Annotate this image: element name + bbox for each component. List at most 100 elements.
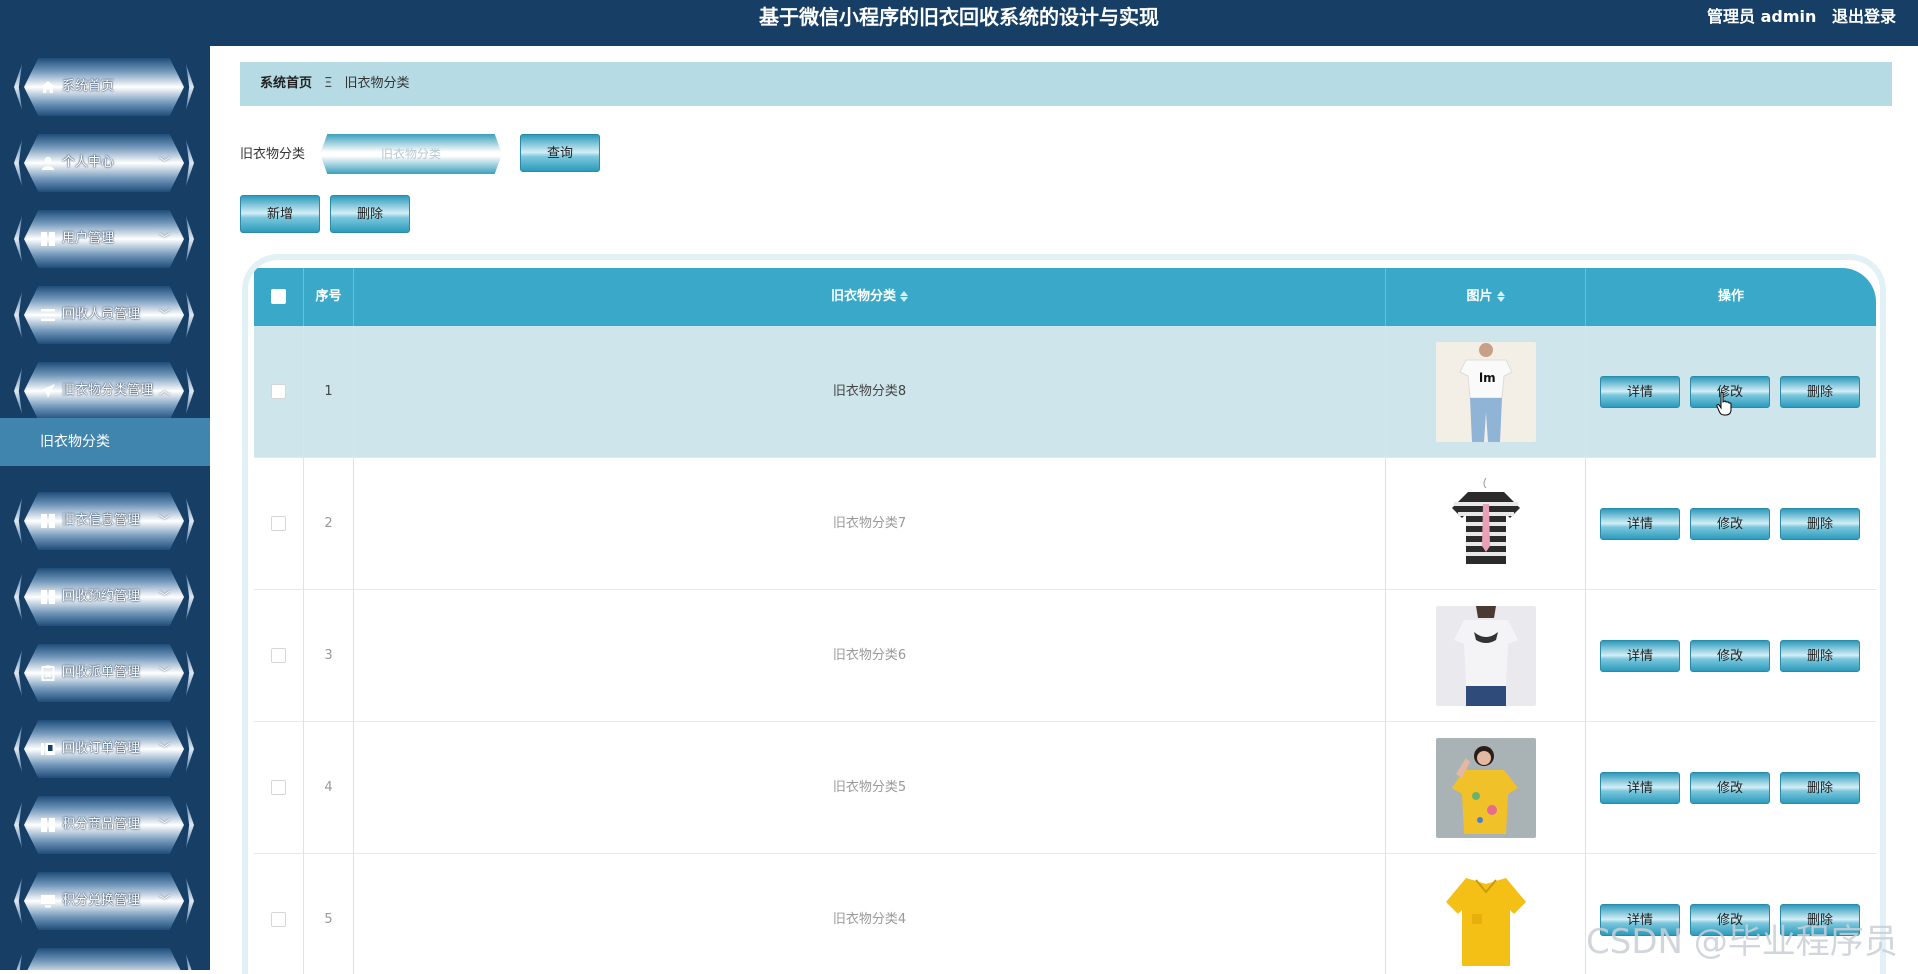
clothing-thumbnail-yellow-shirt (1436, 870, 1536, 970)
nav-edge-right (186, 954, 194, 970)
top-right-area: 管理员 admin 退出登录 (1697, 0, 1896, 34)
table-row[interactable]: 4 旧衣物分类5 详情 修改 删除 (254, 722, 1876, 854)
table-row[interactable]: 3 旧衣物分类6 详情 修改 删除 (254, 590, 1876, 722)
row-image-cell (1386, 722, 1586, 854)
sidebar-item-personal-center[interactable]: 个人中心 ﹀ (14, 134, 194, 192)
sidebar-item-points-exchange-management[interactable]: 积分兑换管理 ﹀ (14, 872, 194, 930)
search-label: 旧衣物分类 (240, 147, 306, 162)
chevron-up-icon: ︿ (159, 384, 170, 397)
clothing-thumbnail-gray-tee (1436, 606, 1536, 706)
header-category[interactable]: 旧衣物分类 (354, 268, 1386, 326)
grid-icon (41, 590, 55, 604)
delete-button[interactable]: 删除 (1780, 376, 1860, 408)
logout-link[interactable]: 退出登录 (1832, 7, 1896, 26)
sidebar-item-label: 积分兑换管理 (62, 893, 141, 908)
sidebar: 系统首页 个人中心 ﹀ 用户管理 ﹀ 回收人员管理 ﹀ 旧衣物分类管理 ︿ 旧衣… (0, 46, 210, 970)
sidebar-item-order-management[interactable]: 回收订单管理 ﹀ (14, 720, 194, 778)
row-image-cell (1386, 854, 1586, 974)
delete-button[interactable]: 删除 (1780, 772, 1860, 804)
row-checkbox[interactable] (271, 384, 286, 399)
query-button[interactable]: 查询 (520, 134, 600, 172)
grid-icon (41, 232, 55, 246)
sidebar-item-partial[interactable] (14, 948, 194, 970)
breadcrumb-home[interactable]: 系统首页 (260, 76, 312, 91)
nav-edge-left (14, 878, 22, 924)
nav-content: 积分商品管理 (40, 796, 140, 854)
detail-button[interactable]: 详情 (1600, 376, 1680, 408)
table-row[interactable]: 1 旧衣物分类8 lm 详情 修改 删除 (254, 326, 1876, 458)
row-index: 1 (304, 326, 354, 458)
row-checkbox[interactable] (271, 780, 286, 795)
sidebar-item-recycler-management[interactable]: 回收人员管理 ﹀ (14, 286, 194, 344)
sidebar-item-label: 旧衣信息管理 (62, 513, 141, 528)
nav-edge-left (14, 650, 22, 696)
sidebar-item-reservation-management[interactable]: 回收预约管理 ﹀ (14, 568, 194, 626)
nav-edge-left (14, 498, 22, 544)
search-input[interactable] (320, 134, 502, 174)
sidebar-item-dispatch-management[interactable]: 回收派单管理 ﹀ (14, 644, 194, 702)
chevron-down-icon: ﹀ (159, 156, 170, 169)
nav-content: 个人中心 (40, 134, 114, 192)
edit-button[interactable]: 修改 (1690, 508, 1770, 540)
batch-delete-button[interactable]: 删除 (330, 195, 410, 233)
header-actions: 操作 (1717, 289, 1744, 304)
sort-icon[interactable] (900, 291, 908, 302)
delete-button[interactable]: 删除 (1780, 640, 1860, 672)
delete-button[interactable]: 删除 (1780, 508, 1860, 540)
sidebar-subitem-clothing-category[interactable]: 旧衣物分类 (0, 418, 210, 466)
row-category: 旧衣物分类8 (354, 326, 1386, 458)
nav-edge-right (186, 574, 194, 620)
nav-edge-left (14, 368, 22, 414)
row-index: 3 (304, 590, 354, 722)
clothing-thumbnail-white-tee: lm (1436, 342, 1536, 442)
row-image-cell (1386, 458, 1586, 590)
detail-button[interactable]: 详情 (1600, 508, 1680, 540)
sidebar-item-clothing-info-management[interactable]: 旧衣信息管理 ﹀ (14, 492, 194, 550)
nav-edge-left (14, 726, 22, 772)
row-index: 5 (304, 854, 354, 974)
select-all-checkbox[interactable] (271, 289, 286, 304)
pointer-cursor-icon (1716, 392, 1732, 416)
row-checkbox[interactable] (271, 648, 286, 663)
header-category-label: 旧衣物分类 (830, 289, 896, 304)
monitor-icon (41, 895, 55, 908)
row-checkbox-cell (254, 458, 304, 590)
nav-content: 回收预约管理 (40, 568, 140, 626)
add-button[interactable]: 新增 (240, 195, 320, 233)
table-row[interactable]: 2 旧衣物分类7 详情 修改 删除 (254, 458, 1876, 590)
table-header: 序号 旧衣物分类 图片 操作 (254, 268, 1876, 326)
sidebar-item-clothing-category-management[interactable]: 旧衣物分类管理 ︿ (14, 362, 194, 420)
nav-edge-left (14, 954, 22, 970)
sidebar-item-label: 旧衣物分类管理 (62, 383, 154, 398)
nav-content: 系统首页 (40, 58, 114, 116)
chevron-down-icon: ﹀ (159, 894, 170, 907)
row-index: 2 (304, 458, 354, 590)
detail-button[interactable]: 详情 (1600, 772, 1680, 804)
sort-icon[interactable] (1496, 291, 1505, 302)
row-image-cell (1386, 590, 1586, 722)
sidebar-item-user-management[interactable]: 用户管理 ﹀ (14, 210, 194, 268)
header-image[interactable]: 图片 (1386, 268, 1586, 326)
detail-button[interactable]: 详情 (1600, 640, 1680, 672)
nav-content: 回收人员管理 (40, 286, 140, 344)
sidebar-item-points-goods-management[interactable]: 积分商品管理 ﹀ (14, 796, 194, 854)
edit-button[interactable]: 修改 (1690, 772, 1770, 804)
nav-edge-right (186, 140, 194, 186)
top-bar: 基于微信小程序的旧衣回收系统的设计与实现 管理员 admin 退出登录 (0, 0, 1918, 46)
clothing-thumbnail-yellow-blouse (1436, 738, 1536, 838)
nav-edge-left (14, 64, 22, 110)
edit-button[interactable]: 修改 (1690, 640, 1770, 672)
chevron-down-icon: ﹀ (159, 818, 170, 831)
paper-plane-icon (41, 384, 55, 398)
row-checkbox[interactable] (271, 516, 286, 531)
sidebar-item-home[interactable]: 系统首页 (14, 58, 194, 116)
row-checkbox[interactable] (271, 912, 286, 927)
admin-user-label[interactable]: 管理员 admin (1707, 7, 1816, 26)
sidebar-item-label: 回收订单管理 (62, 741, 141, 756)
nav-edge-right (186, 216, 194, 262)
header-select-all[interactable] (254, 268, 304, 326)
nav-edge-right (186, 64, 194, 110)
svg-text:lm: lm (1479, 371, 1496, 385)
row-category: 旧衣物分类4 (354, 854, 1386, 974)
row-category: 旧衣物分类7 (354, 458, 1386, 590)
